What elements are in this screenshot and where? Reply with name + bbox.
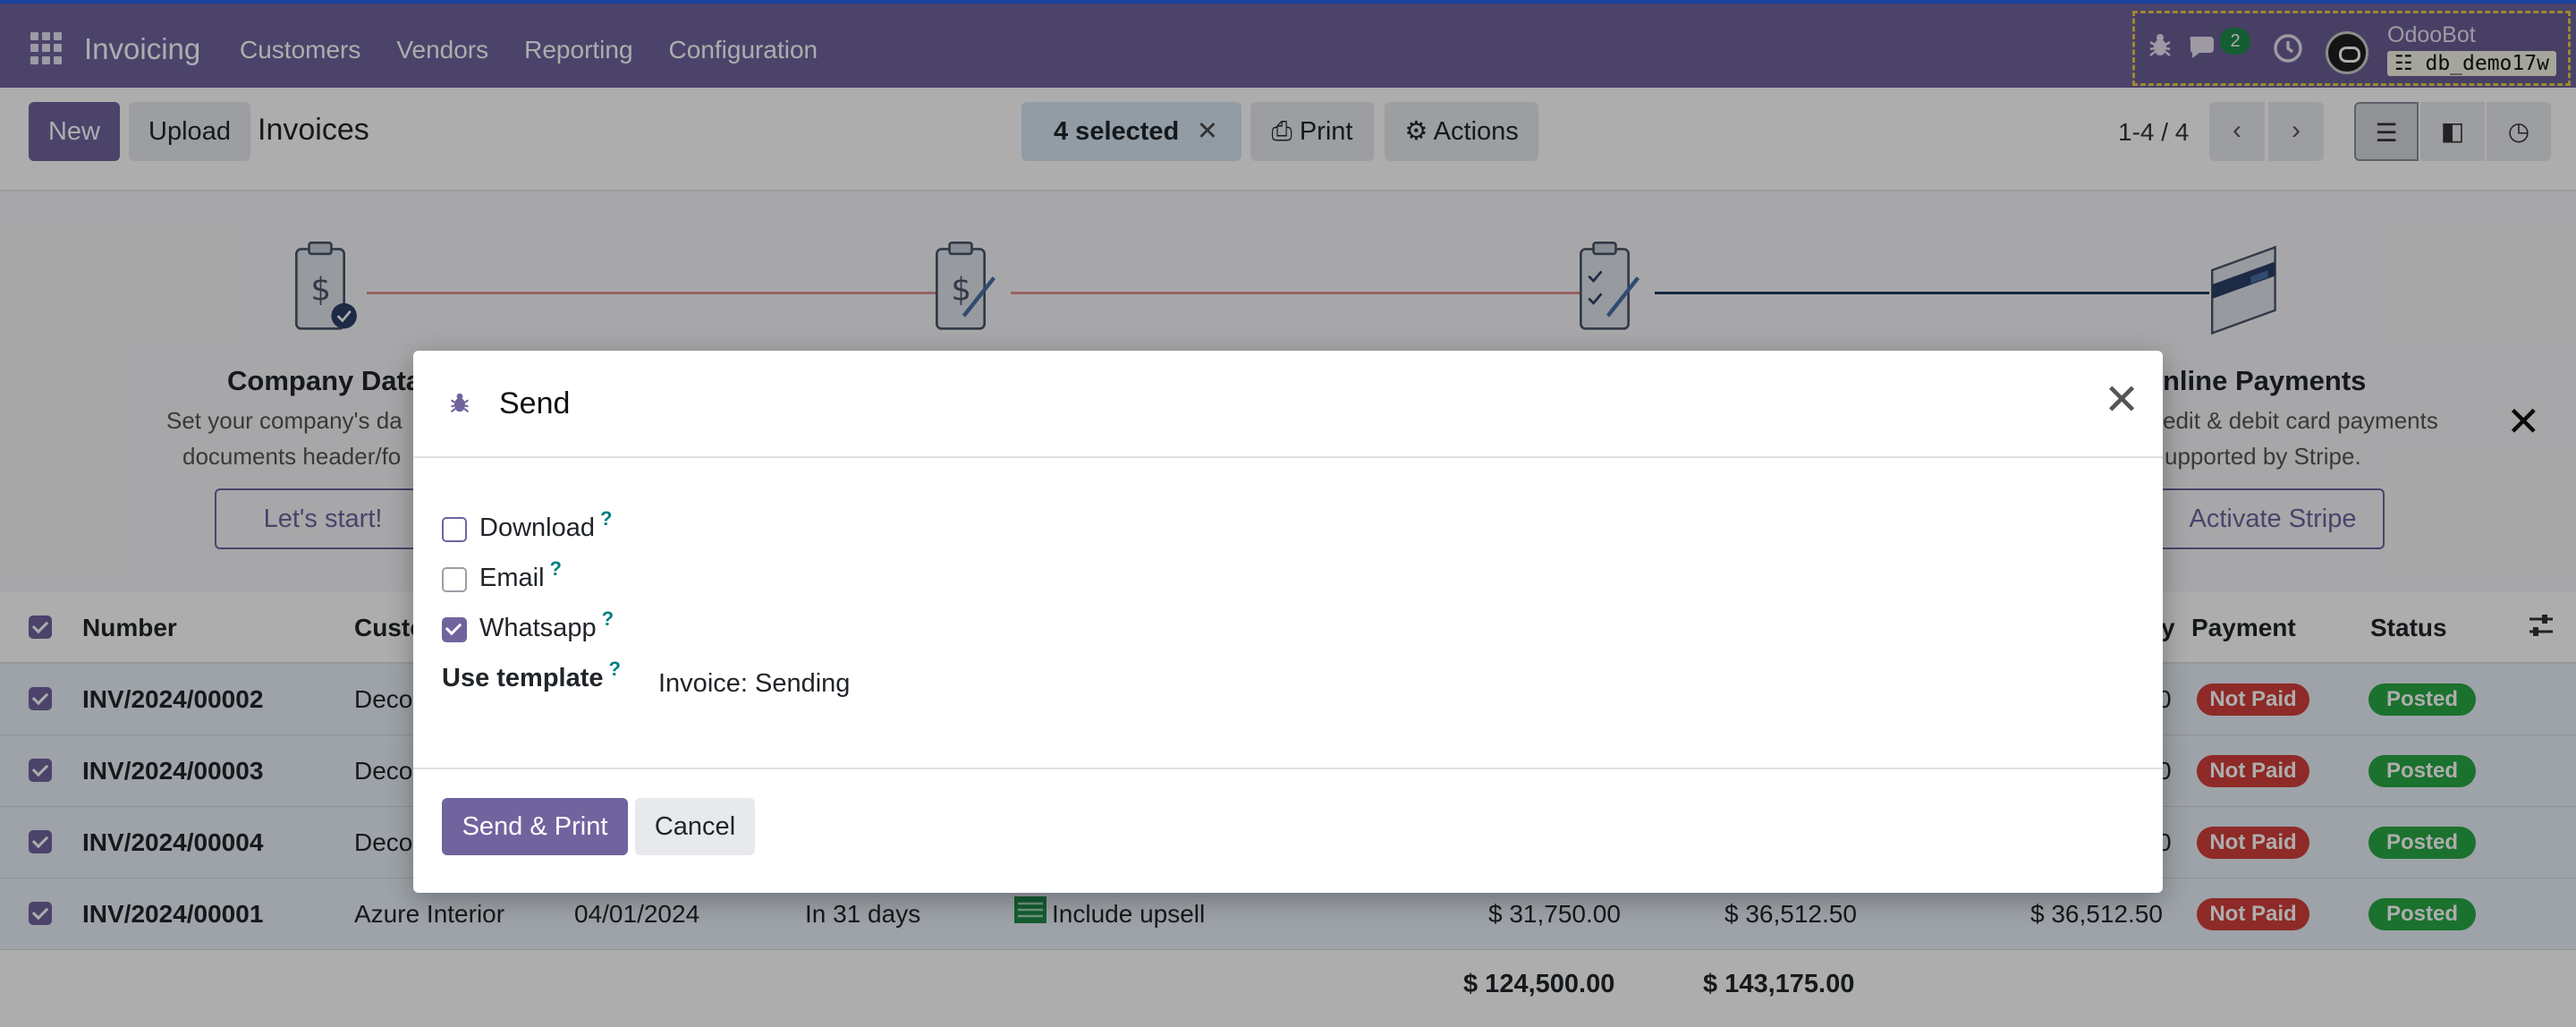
modal-backdrop-top xyxy=(0,0,2576,88)
cancel-button[interactable]: Cancel xyxy=(635,798,755,855)
template-value[interactable]: Invoice: Sending xyxy=(658,669,850,699)
download-checkbox[interactable] xyxy=(442,517,467,542)
close-icon[interactable]: ✕ xyxy=(2104,379,2140,422)
template-help-tooltip[interactable]: ? xyxy=(609,658,621,680)
send-dialog: Send ✕ Download? Email? Whatsapp? Use te… xyxy=(413,351,2163,893)
dialog-title: Send xyxy=(499,386,571,420)
dialog-footer: Send & Print Cancel xyxy=(413,768,2163,893)
whatsapp-label[interactable]: Whatsapp xyxy=(479,614,597,642)
download-label[interactable]: Download xyxy=(479,514,595,542)
template-field: Use template? xyxy=(442,658,621,693)
download-help-tooltip[interactable]: ? xyxy=(600,507,612,530)
email-help-tooltip[interactable]: ? xyxy=(550,557,562,580)
send-print-button[interactable]: Send & Print xyxy=(442,798,628,855)
email-checkbox[interactable] xyxy=(442,567,467,592)
template-label: Use template xyxy=(442,664,604,692)
email-label[interactable]: Email xyxy=(479,564,545,592)
dialog-header: Send ✕ xyxy=(413,351,2163,458)
dialog-body: Download? Email? Whatsapp? Use template?… xyxy=(413,458,2163,768)
bug-icon xyxy=(449,390,470,420)
whatsapp-checkbox[interactable] xyxy=(442,617,467,642)
whatsapp-help-tooltip[interactable]: ? xyxy=(602,607,614,630)
